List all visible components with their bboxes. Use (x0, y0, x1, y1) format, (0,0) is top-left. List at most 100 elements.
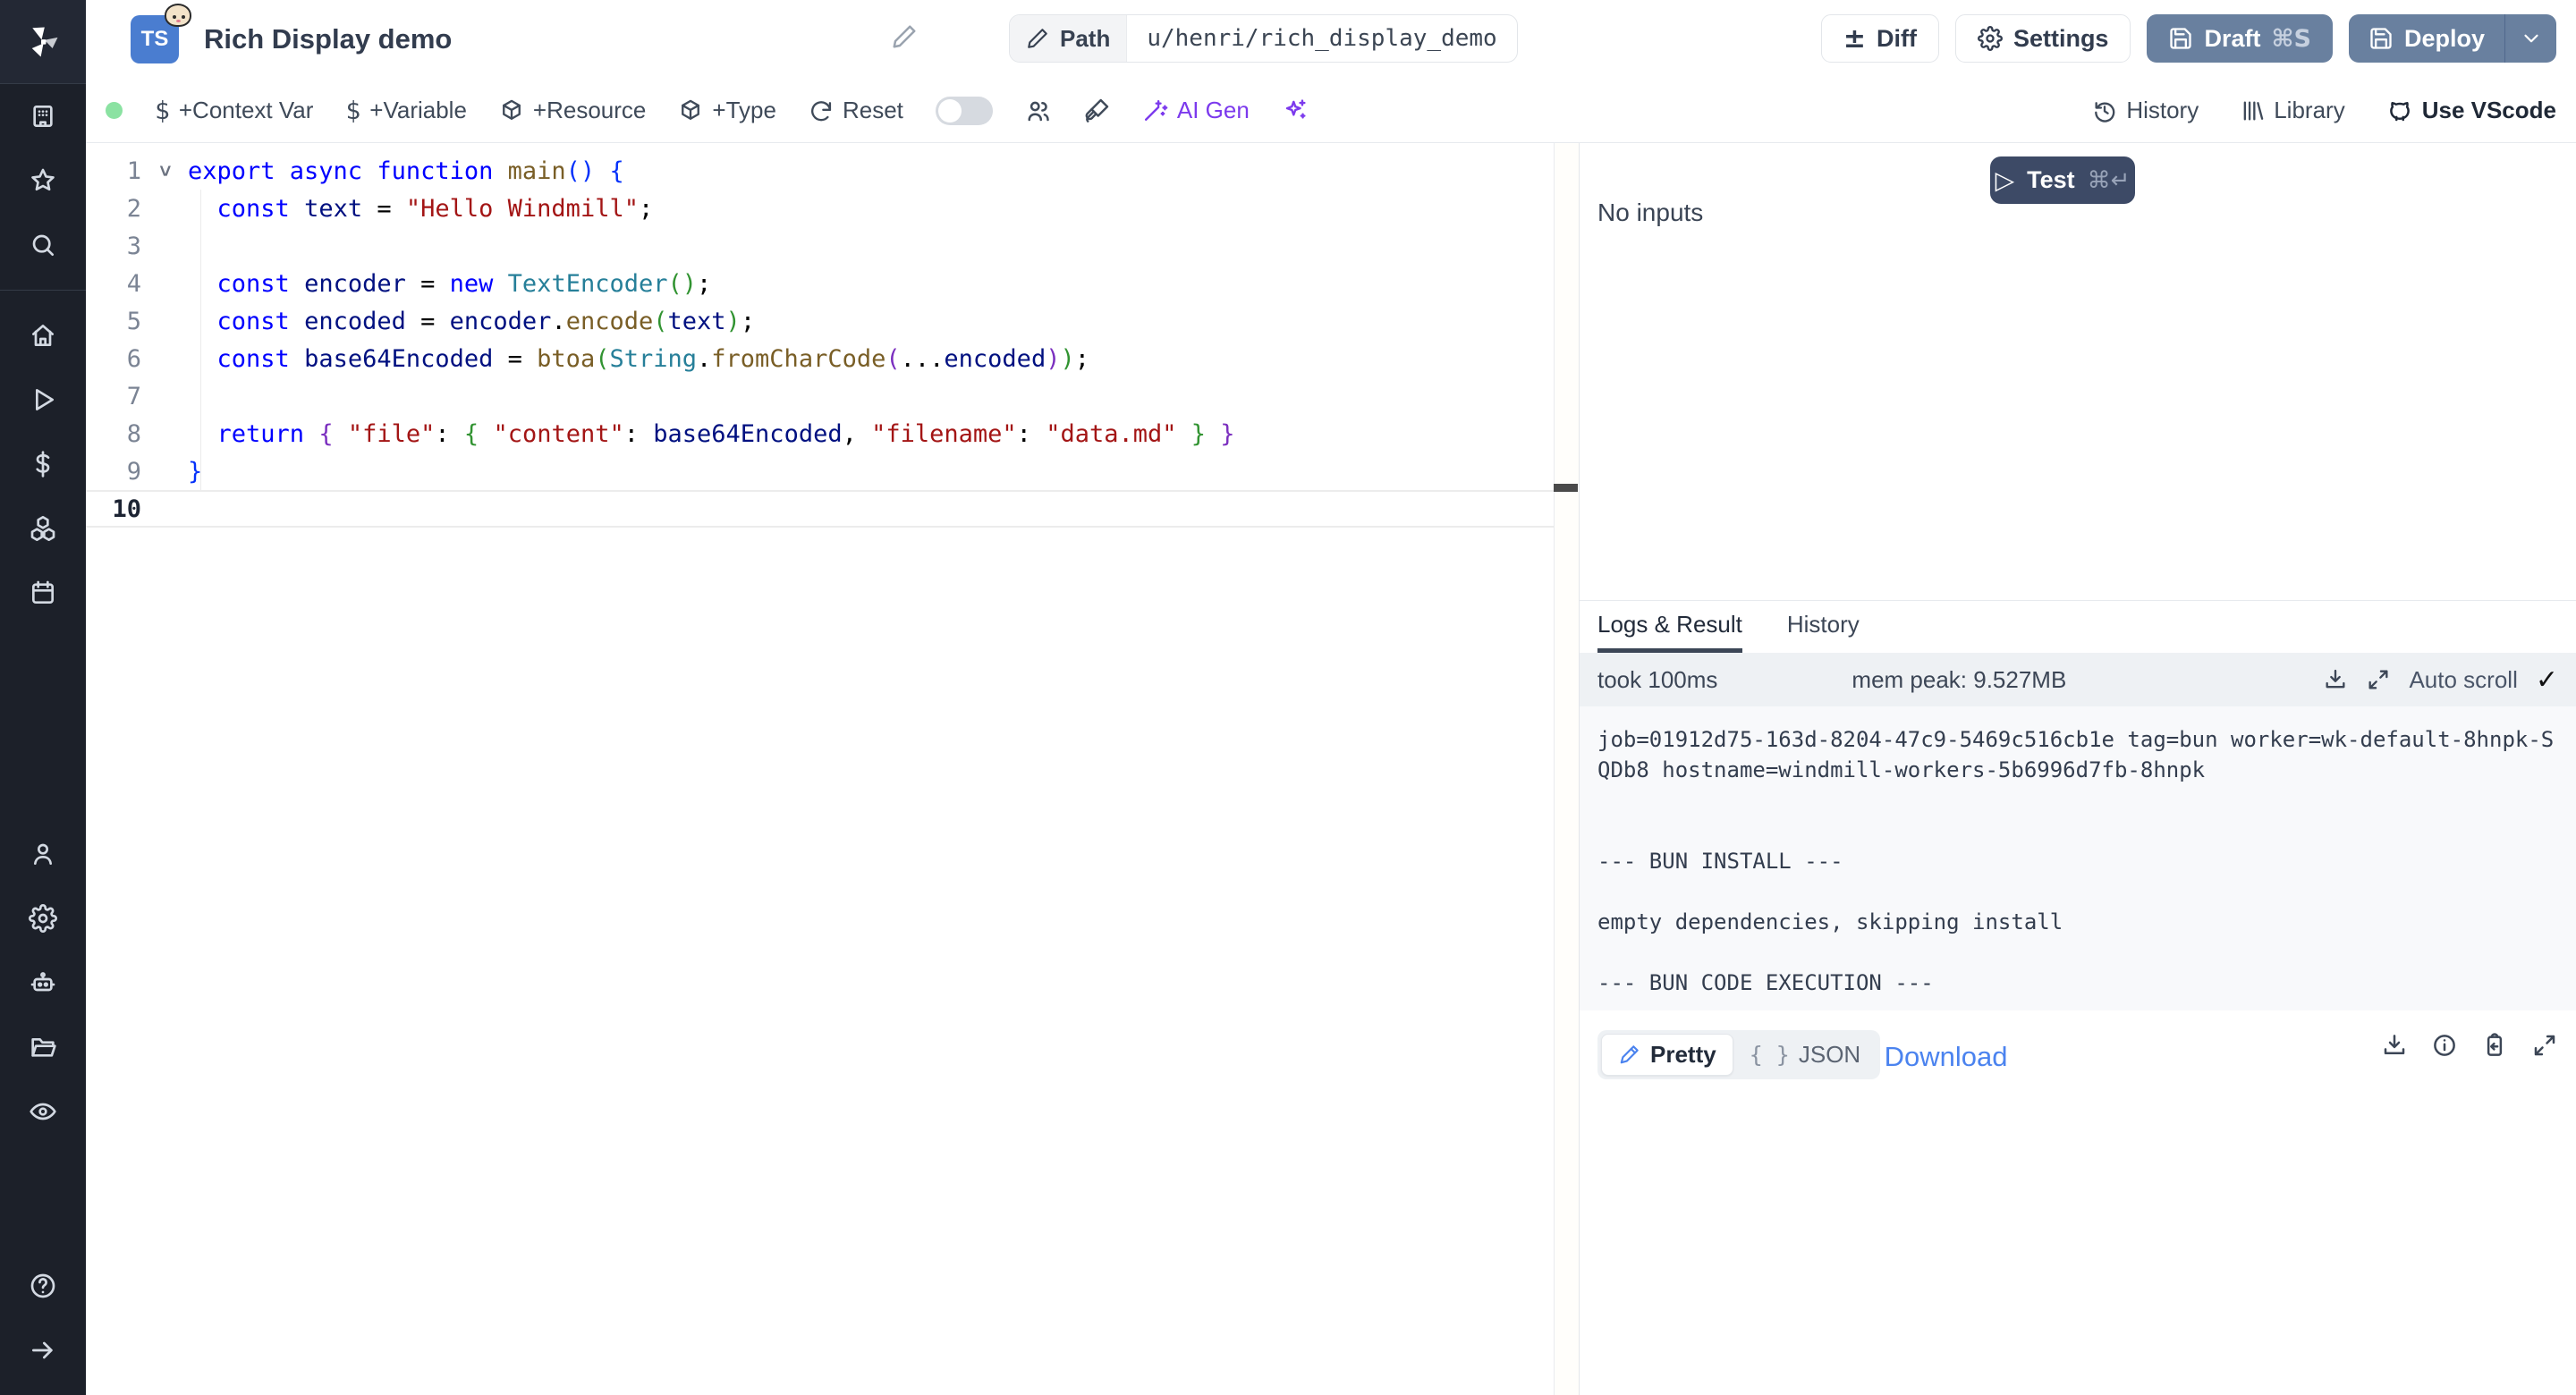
info-icon[interactable] (2431, 1032, 2458, 1059)
reset-label: Reset (843, 97, 903, 124)
autoscroll-label[interactable]: Auto scroll (2409, 666, 2517, 694)
add-type-label: +Type (712, 97, 776, 124)
add-type-button[interactable]: +Type (678, 97, 776, 124)
favorites-star-icon[interactable] (0, 148, 86, 213)
test-button[interactable]: ▷ Test ⌘↵ (1990, 156, 2135, 204)
diff-button[interactable]: ± Diff (1821, 14, 1939, 63)
add-variable-label: +Variable (369, 97, 467, 124)
json-view-button[interactable]: { } JSON (1733, 1035, 1877, 1075)
page-title: Rich Display demo (204, 23, 452, 55)
edit-title-pencil-icon[interactable] (891, 23, 918, 50)
code-text: const text = "Hello Windmill"; (188, 195, 653, 223)
inputs-section: ▷ Test ⌘↵ No inputs (1580, 143, 2576, 601)
add-variable-button[interactable]: $ +Variable (345, 96, 467, 125)
use-vscode-button[interactable]: Use VScode (2386, 97, 2556, 124)
home-icon[interactable] (0, 303, 86, 368)
test-label: Test (2027, 166, 2075, 194)
help-icon[interactable] (0, 1254, 86, 1318)
expand-result-icon[interactable] (2531, 1032, 2558, 1059)
chevron-down-icon (2520, 27, 2543, 50)
typescript-badge-label: TS (141, 27, 169, 52)
download-result-link[interactable]: Download (1885, 1041, 2008, 1073)
code-line[interactable]: 5 const encoded = encoder.encode(text); (86, 302, 1579, 340)
deploy-button[interactable]: Deploy (2349, 14, 2504, 63)
run-stats-bar: took 100ms mem peak: 9.527MB Auto scroll… (1580, 653, 2576, 706)
schedules-calendar-icon[interactable] (0, 561, 86, 625)
code-text: const base64Encoded = btoa(String.fromCh… (188, 345, 1089, 373)
code-text: export async function main() { (188, 157, 624, 185)
code-line[interactable]: 7 (86, 377, 1579, 415)
line-number: 3 (86, 232, 141, 260)
line-number: 9 (86, 458, 141, 486)
code-line[interactable]: 3 (86, 227, 1579, 265)
code-line[interactable]: 6 const base64Encoded = btoa(String.from… (86, 340, 1579, 377)
code-line[interactable]: 8 return { "file": { "content": base64En… (86, 415, 1579, 452)
collapse-arrow-icon[interactable] (0, 1318, 86, 1382)
result-tabs: Logs & Result History (1580, 601, 2576, 653)
path-label: Path (1060, 25, 1110, 53)
code-line[interactable]: 4 const encoder = new TextEncoder(); (86, 265, 1579, 302)
variables-dollar-icon[interactable] (0, 432, 86, 496)
sidebar-divider (0, 290, 86, 291)
code-text: } (188, 458, 202, 486)
add-resource-button[interactable]: +Resource (499, 97, 646, 124)
line-number: 2 (86, 195, 141, 223)
deploy-dropdown-button[interactable] (2504, 14, 2556, 63)
windmill-logo[interactable] (0, 0, 86, 84)
typescript-badge: TS (131, 15, 179, 63)
workers-robot-icon[interactable] (0, 951, 86, 1015)
editor-toolbar: $ +Context Var $ +Variable +Resource +Ty… (86, 79, 2576, 143)
code-line[interactable]: 9} (86, 452, 1579, 490)
add-context-var-label: +Context Var (179, 97, 314, 124)
folders-icon[interactable] (0, 1015, 86, 1079)
pretty-view-button[interactable]: Pretty (1601, 1034, 1733, 1076)
path-value[interactable]: u/henri/rich_display_demo (1127, 15, 1516, 62)
history-button[interactable]: History (2092, 97, 2199, 124)
code-line[interactable]: 10 (86, 490, 1579, 528)
settings-gear-icon[interactable] (0, 886, 86, 951)
runs-play-icon[interactable] (0, 368, 86, 432)
gear-icon (1978, 26, 2003, 51)
search-icon[interactable] (0, 213, 86, 277)
copy-clipboard-icon[interactable] (2481, 1032, 2508, 1059)
path-field[interactable]: Path u/henri/rich_display_demo (1009, 14, 1518, 63)
tab-history[interactable]: History (1787, 601, 1860, 653)
header-actions: ± Diff Settings Draft ⌘S Deploy (1821, 14, 2556, 63)
memory-peak: mem peak: 9.527MB (1852, 666, 2066, 694)
diff-icon: ± (1843, 23, 1866, 55)
library-button[interactable]: Library (2240, 97, 2344, 124)
draft-label: Draft (2204, 25, 2260, 53)
editor-overview-ruler[interactable] (1554, 143, 1579, 1395)
multiplayer-toggle[interactable] (936, 97, 993, 125)
reset-button[interactable]: Reset (809, 97, 903, 124)
dollar-icon: $ (345, 96, 360, 125)
draft-shortcut: ⌘S (2271, 25, 2311, 53)
code-line[interactable]: 2 const text = "Hello Windmill"; (86, 190, 1579, 227)
resources-boxes-icon[interactable] (0, 496, 86, 561)
pen-nib-icon (1618, 1043, 1641, 1066)
path-label-section[interactable]: Path (1010, 15, 1127, 62)
code-lines[interactable]: 1>export async function main() {2 const … (86, 143, 1579, 528)
line-number: 6 (86, 345, 141, 373)
job-logs[interactable]: job=01912d75-163d-8204-47c9-5469c516cb1e… (1580, 706, 2576, 1010)
collaborators-button[interactable] (1025, 97, 1052, 124)
tab-logs-and-result[interactable]: Logs & Result (1597, 601, 1742, 653)
download-result-icon[interactable] (2381, 1032, 2408, 1059)
code-line[interactable]: 1>export async function main() { (86, 152, 1579, 190)
ai-sparkles-button[interactable] (1282, 97, 1308, 123)
download-logs-icon[interactable] (2323, 667, 2348, 692)
line-number: 5 (86, 308, 141, 335)
ai-gen-button[interactable]: AI Gen (1142, 97, 1250, 124)
save-icon (2168, 26, 2193, 51)
add-context-var-button[interactable]: $ +Context Var (155, 96, 313, 125)
settings-button[interactable]: Settings (1955, 14, 2131, 63)
expand-logs-icon[interactable] (2366, 667, 2391, 692)
autoscroll-check-icon[interactable]: ✓ (2536, 664, 2558, 696)
code-editor[interactable]: 1>export async function main() {2 const … (86, 143, 1580, 1395)
workspace-icon[interactable] (0, 84, 86, 148)
format-paintbrush-button[interactable] (1084, 97, 1110, 123)
fold-chevron-icon[interactable]: > (141, 159, 188, 182)
draft-button[interactable]: Draft ⌘S (2147, 14, 2333, 63)
user-icon[interactable] (0, 822, 86, 886)
audit-eye-icon[interactable] (0, 1079, 86, 1144)
